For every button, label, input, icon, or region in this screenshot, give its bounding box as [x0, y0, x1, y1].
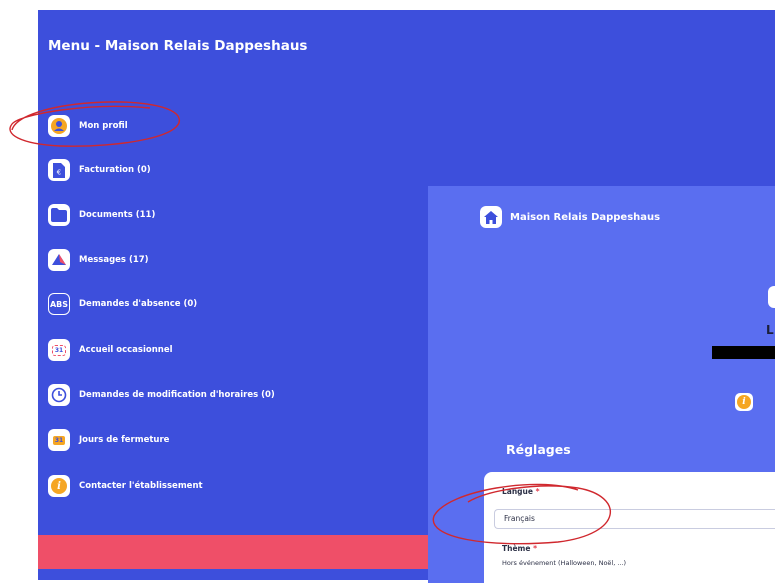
- settings-card: Langue * Français Thème * Hors événement…: [484, 472, 775, 583]
- abs-icon-text: ABS: [49, 299, 69, 309]
- required-mark: *: [533, 544, 538, 553]
- closed-days-icon: 31: [48, 429, 70, 451]
- partial-name-text: L: [766, 323, 774, 337]
- info-icon-text: i: [742, 397, 746, 407]
- profile-icon: [48, 115, 70, 137]
- menu-item-contact[interactable]: i Contacter l'établissement: [48, 474, 203, 498]
- menu-item-occasional[interactable]: 31 Accueil occasionnel: [48, 338, 173, 362]
- abs-icon: ABS: [48, 293, 70, 315]
- menu-item-closing-days[interactable]: 31 Jours de fermeture: [48, 428, 169, 452]
- menu-title: Menu - Maison Relais Dappeshaus: [48, 38, 308, 54]
- clock-icon: [48, 384, 70, 406]
- menu-item-messages[interactable]: Messages (17): [48, 248, 149, 272]
- panel-title: Maison Relais Dappeshaus: [510, 211, 661, 223]
- info-icon-text: i: [57, 480, 61, 492]
- menu-item-label: Documents (11): [79, 210, 156, 220]
- menu-item-schedule-changes[interactable]: Demandes de modification d'horaires (0): [48, 383, 275, 407]
- menu-item-label: Demandes d'absence (0): [79, 299, 198, 309]
- menu-item-label: Facturation (0): [79, 165, 151, 175]
- closed-days-icon-text: 31: [52, 435, 66, 445]
- settings-title: Réglages: [506, 442, 571, 457]
- language-select[interactable]: Français: [494, 509, 775, 529]
- settings-panel: Maison Relais Dappeshaus L i Réglages La…: [428, 186, 775, 583]
- home-icon[interactable]: [480, 206, 502, 228]
- folder-icon: [48, 204, 70, 226]
- menu-item-invoicing[interactable]: € Facturation (0): [48, 158, 151, 182]
- panel-header: Maison Relais Dappeshaus: [480, 206, 660, 228]
- partial-avatar: [768, 286, 775, 308]
- required-mark: *: [535, 487, 540, 496]
- menu-item-absences[interactable]: ABS Demandes d'absence (0): [48, 292, 197, 316]
- info-icon[interactable]: i: [735, 393, 753, 411]
- theme-select[interactable]: Hors événement (Halloween, Noël, ...): [502, 559, 626, 567]
- menu-item-label: Contacter l'établissement: [79, 481, 203, 491]
- info-icon: i: [48, 475, 70, 497]
- menu-item-label: Demandes de modification d'horaires (0): [79, 390, 275, 400]
- theme-label: Thème *: [502, 544, 538, 553]
- menu-item-label: Accueil occasionnel: [79, 345, 173, 355]
- messages-icon: [48, 249, 70, 271]
- menu-item-label: Messages (17): [79, 255, 149, 265]
- menu-item-documents[interactable]: Documents (11): [48, 203, 155, 227]
- redacted-name: [712, 346, 775, 359]
- invoice-icon: €: [48, 159, 70, 181]
- language-label: Langue *: [502, 487, 540, 496]
- calendar-icon: 31: [48, 339, 70, 361]
- menu-item-label: Jours de fermeture: [79, 435, 170, 445]
- menu-item-profile[interactable]: Mon profil: [48, 114, 128, 138]
- svg-text:€: €: [57, 168, 61, 176]
- menu-item-label: Mon profil: [79, 121, 128, 131]
- calendar-icon-text: 31: [51, 344, 67, 356]
